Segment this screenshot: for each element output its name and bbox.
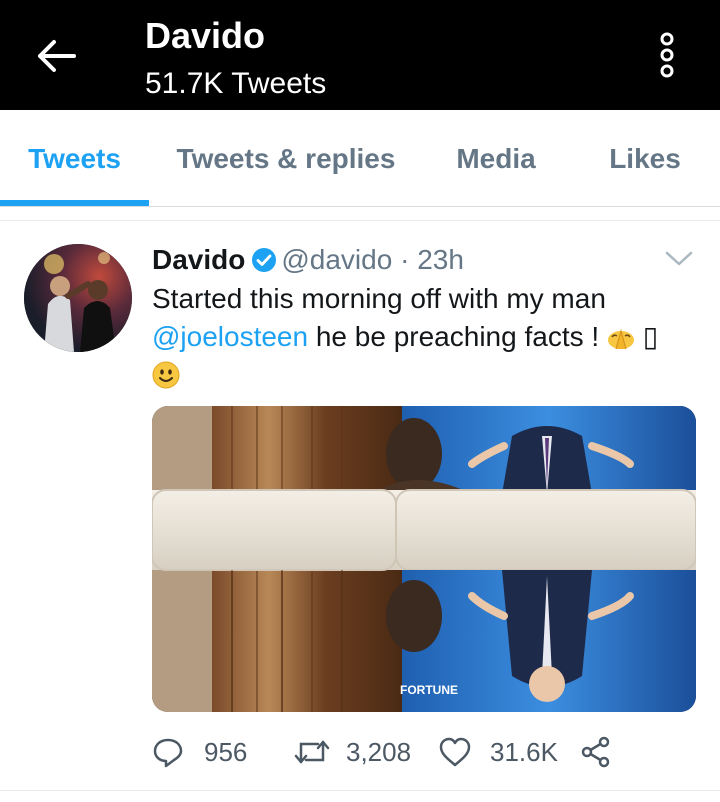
mention-link[interactable]: @joelosteen xyxy=(152,321,308,352)
verified-badge-icon xyxy=(252,248,277,272)
tweet-actions: 956 3,208 31.6K xyxy=(152,732,692,772)
top-app-bar: Davido 51.7K Tweets xyxy=(0,0,720,110)
profile-name-title: Davido xyxy=(145,15,266,56)
heart-icon xyxy=(439,737,471,767)
tweet-timestamp[interactable]: 23h xyxy=(417,244,464,275)
back-button[interactable] xyxy=(34,34,78,78)
tweet-divider xyxy=(0,790,720,791)
more-vertical-icon xyxy=(660,32,674,78)
tab-tweets[interactable]: Tweets xyxy=(0,110,149,206)
reply-icon xyxy=(153,738,183,768)
tweet-media-image[interactable]: FORTUNE xyxy=(152,406,696,712)
arrow-left-icon xyxy=(38,40,76,72)
chevron-down-icon xyxy=(665,251,693,266)
tweet-text-intro: Started this morning off with my man xyxy=(152,283,606,314)
tab-likes[interactable]: Likes xyxy=(580,110,710,206)
tweet-text: Started this morning off with my man @jo… xyxy=(152,280,692,394)
reply-count: 956 xyxy=(204,737,248,767)
smiling-face-emoji xyxy=(152,361,180,389)
tweet-count: 51.7K Tweets xyxy=(145,67,327,100)
like-count: 31.6K xyxy=(490,737,558,767)
separator-dot: · xyxy=(400,244,410,275)
author-name[interactable]: Davido xyxy=(152,244,245,275)
section-divider xyxy=(0,220,720,221)
retweet-count: 3,208 xyxy=(346,737,412,767)
retweet-icon xyxy=(294,740,330,764)
profile-tabs: Tweets Tweets & replies Media Likes xyxy=(0,110,720,206)
tweet-header: Davido @davido · 23h xyxy=(152,240,464,280)
unrendered-emoji-glyph: ▯ xyxy=(642,321,659,352)
tabs-divider xyxy=(0,206,720,207)
avatar[interactable] xyxy=(24,244,132,352)
avatar-photo xyxy=(24,244,132,352)
tab-tweets-and-replies[interactable]: Tweets & replies xyxy=(160,110,412,206)
tab-media[interactable]: Media xyxy=(430,110,562,206)
share-icon xyxy=(581,736,610,768)
more-options-button[interactable] xyxy=(652,30,682,80)
tweet-text-body: he be preaching facts ! xyxy=(315,321,600,352)
tweet-photo: FORTUNE xyxy=(152,406,696,712)
folded-hands-emoji xyxy=(607,328,634,350)
media-caption: FORTUNE xyxy=(400,683,458,697)
tweet-menu-button[interactable] xyxy=(664,248,694,268)
author-handle[interactable]: @davido xyxy=(281,244,392,275)
